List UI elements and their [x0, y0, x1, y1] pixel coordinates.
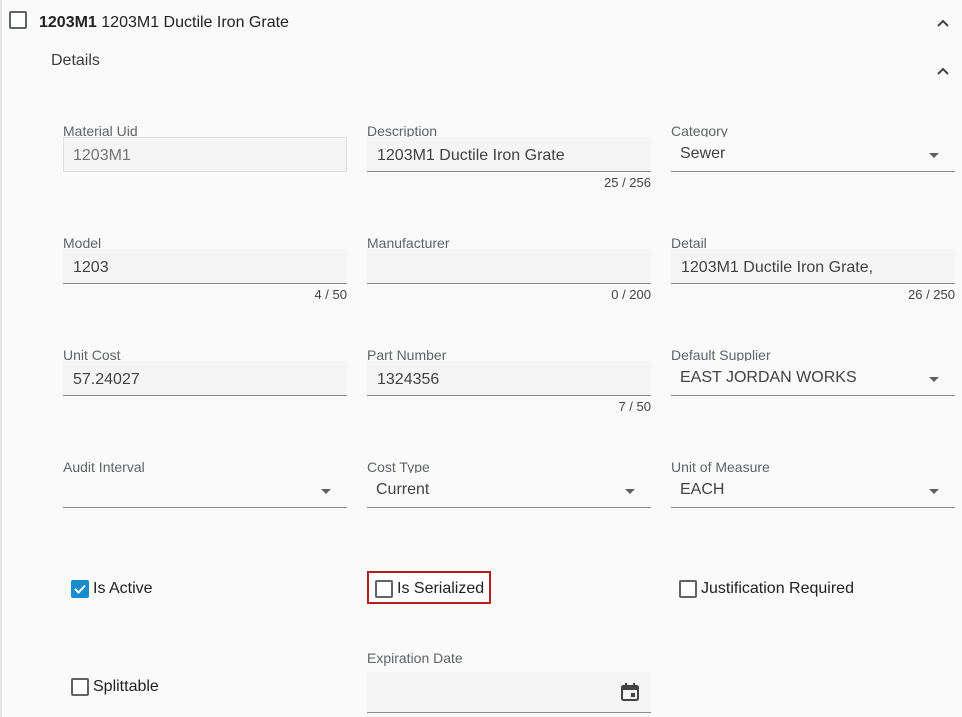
- char-counter: 26 / 250: [908, 287, 955, 302]
- cost-type-select[interactable]: Cost Type Current: [367, 459, 651, 519]
- detail-field[interactable]: Detail 1203M1 Ductile Iron Grate, 26 / 2…: [671, 235, 955, 311]
- field-box: [367, 672, 651, 713]
- is-serialized-checkbox[interactable]: [375, 580, 393, 598]
- dropdown-caret-icon[interactable]: [929, 153, 939, 158]
- field-value: 1324356: [377, 371, 440, 388]
- dropdown-caret-icon[interactable]: [625, 489, 635, 494]
- category-select[interactable]: Category Sewer: [671, 123, 955, 183]
- field-value: Sewer: [680, 145, 726, 162]
- manufacturer-field[interactable]: Manufacturer 0 / 200: [367, 235, 651, 311]
- calendar-icon[interactable]: [620, 682, 640, 702]
- char-counter: 4 / 50: [314, 287, 347, 302]
- justification-required-label[interactable]: Justification Required: [701, 580, 854, 598]
- justification-required-checkbox[interactable]: [679, 580, 697, 598]
- splittable-label[interactable]: Splittable: [93, 678, 159, 696]
- char-counter: 0 / 200: [611, 287, 651, 302]
- field-value: 1203M1 Ductile Iron Grate,: [681, 259, 874, 276]
- unit-of-measure-select[interactable]: Unit of Measure EACH: [671, 459, 955, 519]
- default-supplier-select[interactable]: Default Supplier EAST JORDAN WORKS: [671, 347, 955, 407]
- material-uid-field[interactable]: Material Uid 1203M1: [63, 123, 347, 183]
- is-active-label[interactable]: Is Active: [93, 580, 153, 598]
- dropdown-caret-icon[interactable]: [929, 489, 939, 494]
- char-counter: 25 / 256: [604, 175, 651, 190]
- field-value: EAST JORDAN WORKS: [680, 369, 857, 386]
- field-value: 1203: [73, 259, 109, 276]
- field-label: Expiration Date: [367, 650, 463, 666]
- item-code: 1203M1: [39, 14, 97, 31]
- item-header-title: 1203M1 1203M1 Ductile Iron Grate: [39, 14, 289, 32]
- is-serialized-label[interactable]: Is Serialized: [397, 580, 484, 598]
- model-field[interactable]: Model 1203 4 / 50: [63, 235, 347, 311]
- checkmark-icon: [74, 584, 86, 594]
- chevron-up-icon[interactable]: [935, 15, 951, 31]
- splittable-checkbox[interactable]: [71, 678, 89, 696]
- field-box: [367, 249, 651, 284]
- audit-interval-select[interactable]: Audit Interval: [63, 459, 347, 519]
- select-item-checkbox[interactable]: [9, 11, 27, 29]
- char-counter: 7 / 50: [618, 399, 651, 414]
- is-active-checkbox[interactable]: [71, 580, 89, 598]
- expiration-date-field[interactable]: Expiration Date: [367, 650, 651, 714]
- field-value: Current: [376, 481, 430, 498]
- dropdown-caret-icon[interactable]: [929, 377, 939, 382]
- part-number-field[interactable]: Part Number 1324356 7 / 50: [367, 347, 651, 423]
- item-title: 1203M1 Ductile Iron Grate: [101, 14, 289, 31]
- field-value: 57.24027: [73, 371, 140, 388]
- field-value: 1203M1 Ductile Iron Grate: [377, 147, 565, 164]
- dropdown-caret-icon[interactable]: [321, 489, 331, 494]
- unit-cost-field[interactable]: Unit Cost 57.24027: [63, 347, 347, 407]
- field-value: 1203M1: [73, 147, 131, 164]
- details-section-title: Details: [51, 52, 100, 69]
- field-box: [63, 473, 347, 508]
- field-value: EACH: [680, 481, 725, 498]
- description-field[interactable]: Description 1203M1 Ductile Iron Grate 25…: [367, 123, 651, 199]
- chevron-up-icon[interactable]: [935, 63, 951, 79]
